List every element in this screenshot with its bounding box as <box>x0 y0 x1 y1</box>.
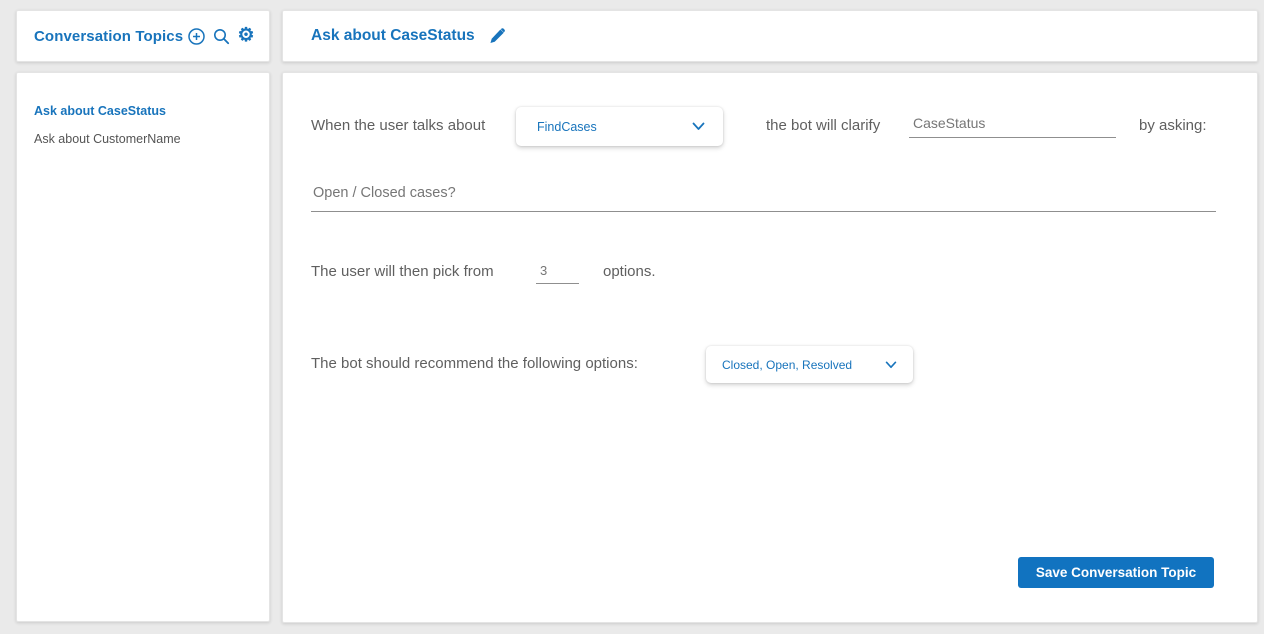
topic-form: When the user talks about FindCases the … <box>282 72 1258 623</box>
sidebar-item-ask-about-casestatus[interactable]: Ask about CaseStatus <box>17 97 269 125</box>
edit-title-button[interactable] <box>488 27 506 45</box>
add-topic-button[interactable] <box>187 27 205 45</box>
topic-dropdown[interactable]: FindCases <box>516 107 723 146</box>
page-title: Ask about CaseStatus <box>311 27 475 45</box>
sidebar-title: Conversation Topics <box>34 28 183 45</box>
sidebar-item-label: Ask about CustomerName <box>34 132 181 146</box>
save-conversation-topic-button[interactable]: Save Conversation Topic <box>1018 557 1214 588</box>
topics-list: Ask about CaseStatus Ask about CustomerN… <box>16 72 270 622</box>
sidebar-item-ask-about-customername[interactable]: Ask about CustomerName <box>17 125 269 153</box>
clarifying-question-input[interactable] <box>311 181 1216 212</box>
bot-will-clarify-label: the bot will clarify <box>766 106 880 145</box>
search-topics-button[interactable] <box>212 27 230 45</box>
main-header: Ask about CaseStatus <box>282 10 1258 62</box>
recommended-options-dropdown[interactable]: Closed, Open, Resolved <box>706 346 913 383</box>
sidebar-item-label: Ask about CaseStatus <box>34 104 166 118</box>
gear-icon: ⚙ <box>237 27 254 45</box>
topic-dropdown-value: FindCases <box>537 120 597 134</box>
options-count-input[interactable] <box>536 261 579 284</box>
chevron-down-icon <box>885 361 897 369</box>
topics-settings-button[interactable]: ⚙ <box>237 27 255 45</box>
entity-name-input[interactable] <box>909 113 1116 138</box>
when-user-talks-label: When the user talks about <box>311 106 485 145</box>
pick-from-label: The user will then pick from <box>311 259 494 285</box>
recommended-options-value: Closed, Open, Resolved <box>722 358 852 372</box>
sidebar-header: Conversation Topics ⚙ <box>16 10 270 62</box>
search-icon <box>213 28 230 45</box>
recommend-options-label: The bot should recommend the following o… <box>311 346 638 382</box>
chevron-down-icon <box>692 122 705 131</box>
conversation-topic-editor: Conversation Topics ⚙ <box>0 0 1264 634</box>
edit-pencil-icon <box>488 27 506 46</box>
by-asking-label: by asking: <box>1139 106 1207 145</box>
add-circle-icon <box>188 28 205 45</box>
options-suffix-label: options. <box>603 259 656 285</box>
